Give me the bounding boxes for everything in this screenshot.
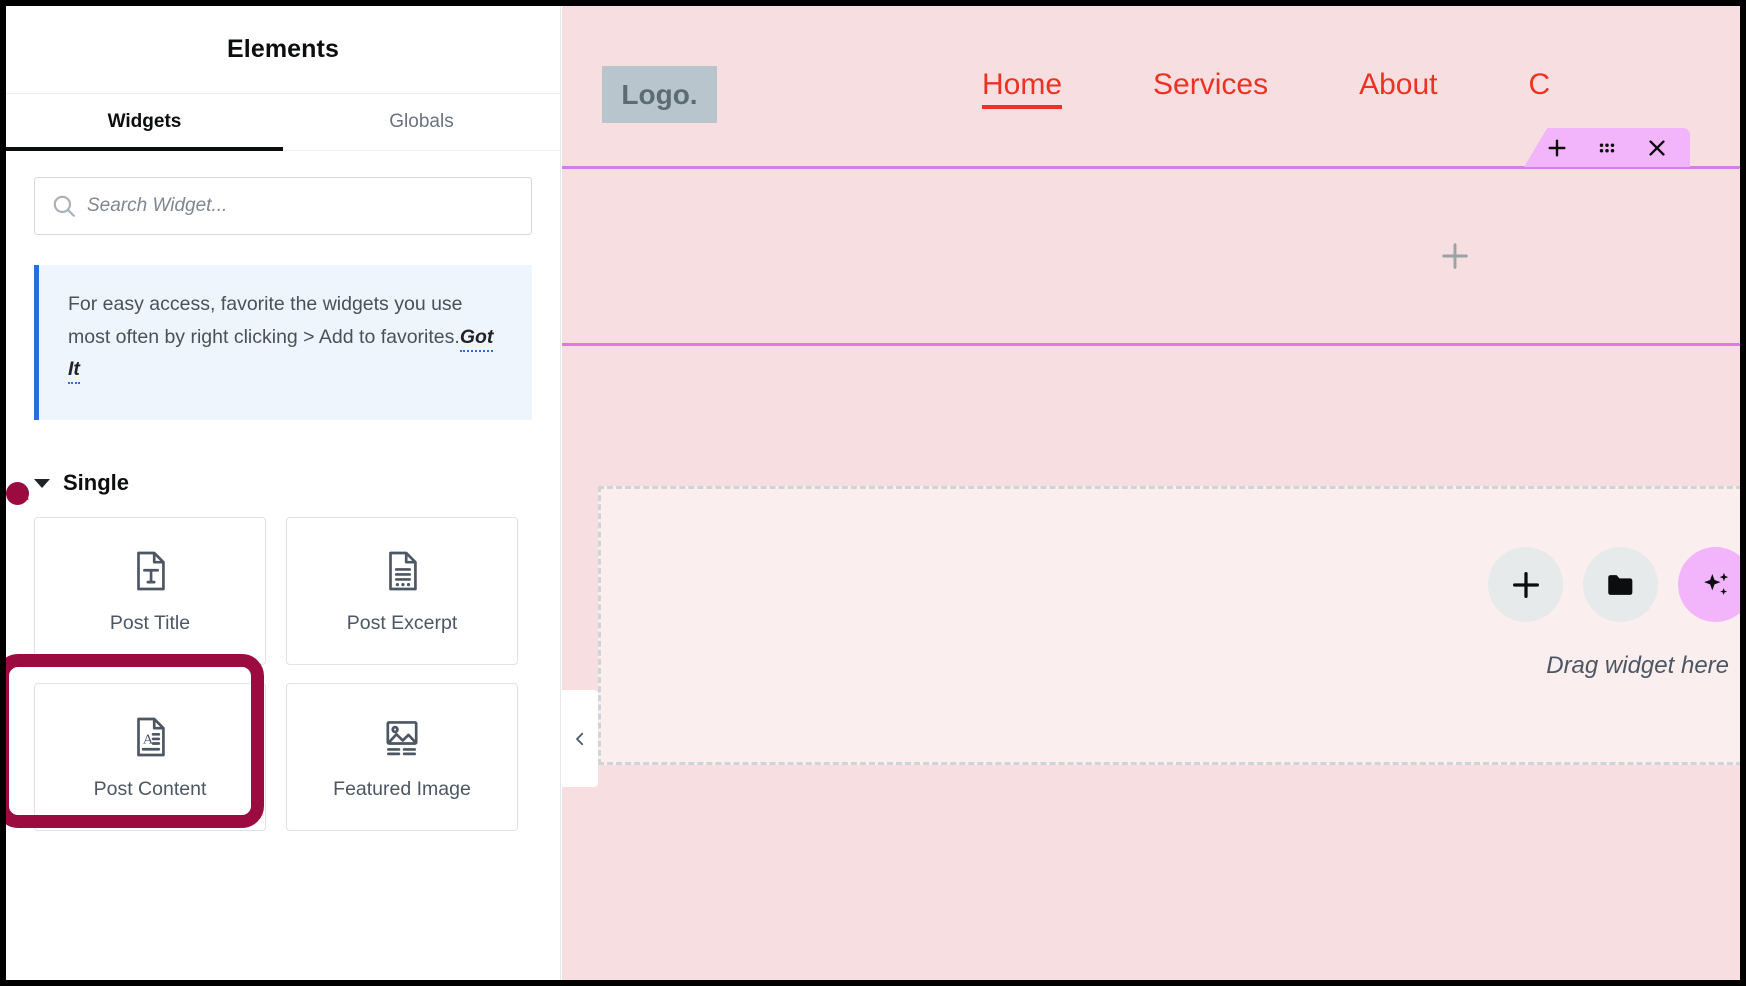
widget-label: Post Title bbox=[110, 612, 190, 635]
nav-item-home[interactable]: Home bbox=[982, 68, 1062, 109]
plus-icon[interactable] bbox=[1439, 240, 1471, 272]
document-text-icon: A bbox=[127, 714, 173, 760]
logo-label: Logo. bbox=[621, 79, 697, 111]
chevron-left-icon bbox=[571, 730, 589, 748]
widget-drop-zone[interactable]: Drag widget here bbox=[598, 486, 1746, 765]
widget-card-featured-image[interactable]: Featured Image bbox=[286, 683, 518, 831]
category-label: Single bbox=[63, 470, 129, 496]
plus-icon[interactable] bbox=[1546, 137, 1568, 159]
tab-widgets-label: Widgets bbox=[108, 111, 182, 133]
plus-icon bbox=[1509, 568, 1543, 602]
chevron-down-icon bbox=[34, 479, 50, 488]
add-widget-button[interactable] bbox=[1488, 547, 1563, 622]
close-icon[interactable] bbox=[1646, 137, 1668, 159]
site-logo: Logo. bbox=[602, 66, 717, 123]
site-nav: Home Services About C bbox=[982, 68, 1550, 109]
search-input[interactable] bbox=[87, 195, 515, 217]
ai-generate-button[interactable] bbox=[1678, 547, 1746, 622]
page-canvas: Logo. Home Services About C bbox=[562, 6, 1746, 980]
favorites-notice: For easy access, favorite the widgets yo… bbox=[34, 265, 532, 420]
panel-body: For easy access, favorite the widgets yo… bbox=[6, 151, 560, 831]
page-title: Elements bbox=[227, 35, 339, 64]
annotation-pointer-dot bbox=[6, 482, 29, 505]
search-icon bbox=[51, 193, 77, 219]
favorites-notice-body: For easy access, favorite the widgets yo… bbox=[68, 293, 463, 348]
sparkles-icon bbox=[1699, 568, 1733, 602]
panel-tabs: Widgets Globals bbox=[6, 94, 560, 151]
dots-grid-icon[interactable] bbox=[1596, 137, 1618, 159]
widget-card-post-excerpt[interactable]: Post Excerpt bbox=[286, 517, 518, 665]
tab-widgets[interactable]: Widgets bbox=[6, 94, 283, 150]
nav-item-contact[interactable]: C bbox=[1528, 68, 1550, 109]
drop-zone-actions bbox=[1488, 547, 1746, 622]
widget-card-post-content[interactable]: A Post Content bbox=[34, 683, 266, 831]
nav-item-about[interactable]: About bbox=[1359, 68, 1437, 109]
drag-widget-hint: Drag widget here bbox=[1546, 652, 1729, 680]
editor-screen: Elements Widgets Globals For easy access… bbox=[0, 0, 1746, 986]
open-folder-button[interactable] bbox=[1583, 547, 1658, 622]
widget-card-post-title[interactable]: Post Title bbox=[34, 517, 266, 665]
tab-globals-label: Globals bbox=[389, 111, 453, 133]
tab-globals[interactable]: Globals bbox=[283, 94, 560, 150]
document-lines-icon bbox=[379, 548, 425, 594]
category-single[interactable]: Single bbox=[34, 470, 532, 496]
widget-label: Featured Image bbox=[333, 778, 471, 801]
document-title-icon bbox=[127, 548, 173, 594]
image-placeholder-icon bbox=[379, 714, 425, 760]
favorites-notice-text: For easy access, favorite the widgets yo… bbox=[68, 288, 508, 386]
folder-icon bbox=[1604, 568, 1638, 602]
widget-label: Post Excerpt bbox=[347, 612, 458, 635]
widget-label: Post Content bbox=[94, 778, 207, 801]
search-widget-box[interactable] bbox=[34, 177, 532, 235]
panel-header: Elements bbox=[6, 6, 560, 94]
collapse-panel-handle[interactable] bbox=[562, 690, 598, 787]
empty-section[interactable] bbox=[562, 166, 1746, 346]
elements-panel: Elements Widgets Globals For easy access… bbox=[6, 6, 561, 980]
widget-grid: Post Title Post Excerpt bbox=[34, 517, 532, 831]
nav-item-services[interactable]: Services bbox=[1153, 68, 1268, 109]
section-toolbar bbox=[1524, 128, 1690, 167]
